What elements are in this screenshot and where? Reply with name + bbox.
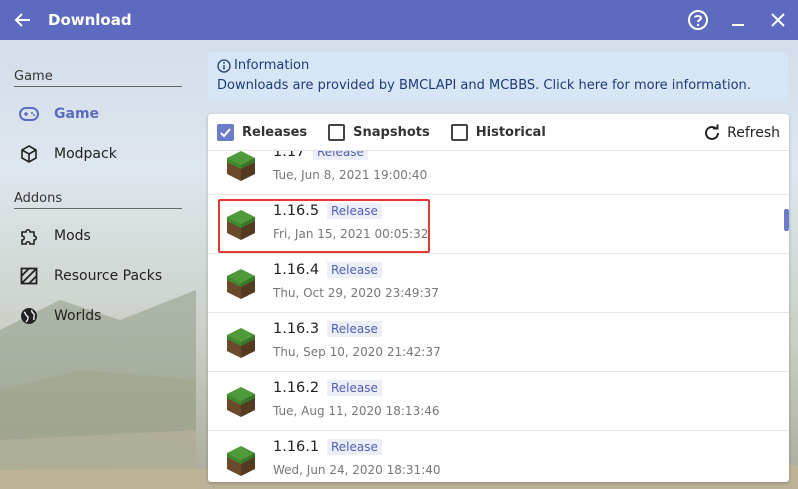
grass-block-icon xyxy=(226,151,256,182)
refresh-label: Refresh xyxy=(727,124,780,141)
checkbox-empty-icon xyxy=(450,123,468,141)
historical-checkbox[interactable]: Historical xyxy=(450,123,546,141)
package-icon xyxy=(19,144,39,164)
sidebar-section-game: Game xyxy=(14,69,182,87)
release-date: Tue, Aug 11, 2020 18:13:46 xyxy=(273,404,440,418)
release-date: Wed, Jun 24, 2020 18:31:40 xyxy=(273,463,441,477)
version-row[interactable]: 1.16.4 Release Thu, Oct 29, 2020 23:49:37 xyxy=(208,254,789,313)
refresh-button[interactable]: Refresh xyxy=(703,114,780,151)
filter-bar: Releases Snapshots Historical Refresh xyxy=(208,114,789,151)
close-button[interactable] xyxy=(758,0,798,40)
sidebar-section-addons: Addons xyxy=(14,191,182,209)
gamepad-icon xyxy=(19,104,39,124)
snapshots-label: Snapshots xyxy=(353,124,430,140)
version-row[interactable]: 1.16.2 Release Tue, Aug 11, 2020 18:13:46 xyxy=(208,372,789,431)
sidebar-item-label: Mods xyxy=(54,228,91,244)
release-date: Thu, Sep 10, 2020 21:42:37 xyxy=(273,345,441,359)
version-row[interactable]: 1.16.1 Release Wed, Jun 24, 2020 18:31:40 xyxy=(208,431,789,482)
help-icon xyxy=(688,10,708,30)
release-type-badge: Release xyxy=(327,439,382,455)
sidebar-item-mods[interactable]: Mods xyxy=(0,217,196,255)
releases-checkbox[interactable]: Releases xyxy=(217,123,308,141)
title-bar: Download xyxy=(0,0,798,40)
checkbox-empty-icon xyxy=(328,123,346,141)
checkbox-checked-icon xyxy=(217,123,234,141)
sidebar-item-game[interactable]: Game xyxy=(0,95,196,133)
grass-block-icon xyxy=(226,386,256,418)
version-number: 1.16.4 xyxy=(273,262,320,278)
sidebar-item-label: Resource Packs xyxy=(54,268,163,284)
back-arrow-icon xyxy=(14,13,30,27)
help-button[interactable] xyxy=(678,0,718,40)
release-type-badge: Release xyxy=(327,321,382,337)
version-number: 1.17 xyxy=(273,151,306,160)
sidebar-item-worlds[interactable]: Worlds xyxy=(0,297,196,335)
info-icon xyxy=(217,58,231,73)
grass-block-icon xyxy=(226,445,256,477)
window-title: Download xyxy=(48,11,132,29)
release-type-badge: Release xyxy=(327,262,382,278)
grass-block-icon xyxy=(226,327,256,359)
info-text: Downloads are provided by BMCLAPI and MC… xyxy=(217,78,751,93)
version-row[interactable]: 1.16.3 Release Thu, Sep 10, 2020 21:42:37 xyxy=(208,313,789,372)
info-title: Information xyxy=(234,58,310,73)
puzzle-icon xyxy=(19,226,39,246)
back-button[interactable] xyxy=(0,0,46,40)
version-number: 1.16.1 xyxy=(273,439,320,455)
sidebar: Game Game Modpack Addons Mods Resource P… xyxy=(0,40,196,489)
grass-block-icon xyxy=(226,268,256,300)
refresh-icon xyxy=(705,124,720,140)
globe-icon xyxy=(19,306,39,326)
release-type-badge: Release xyxy=(327,380,382,396)
release-date: Tue, Jun 8, 2021 19:00:40 xyxy=(273,168,428,182)
selection-highlight xyxy=(218,199,430,253)
information-banner[interactable]: Information Downloads are provided by BM… xyxy=(208,52,788,102)
releases-label: Releases xyxy=(242,124,308,140)
sidebar-item-label: Game xyxy=(54,106,100,122)
sidebar-item-resource-packs[interactable]: Resource Packs xyxy=(0,257,196,295)
historical-label: Historical xyxy=(475,124,546,140)
release-date: Thu, Oct 29, 2020 23:49:37 xyxy=(273,286,439,300)
version-list-panel: Releases Snapshots Historical Refresh 1.… xyxy=(208,114,789,482)
version-row[interactable]: 1.17 Release Tue, Jun 8, 2021 19:00:40 xyxy=(208,151,789,195)
snapshots-checkbox[interactable]: Snapshots xyxy=(328,123,430,141)
scrollbar-thumb[interactable] xyxy=(784,209,789,231)
sidebar-item-label: Worlds xyxy=(54,308,102,324)
version-number: 1.16.3 xyxy=(273,321,320,337)
texture-icon xyxy=(19,266,39,286)
sidebar-item-modpack[interactable]: Modpack xyxy=(0,135,196,173)
minimize-button[interactable] xyxy=(718,0,758,40)
version-number: 1.16.2 xyxy=(273,380,320,396)
sidebar-item-label: Modpack xyxy=(54,146,117,162)
release-type-badge: Release xyxy=(313,151,368,160)
close-icon xyxy=(771,13,785,27)
minimize-icon xyxy=(732,24,744,26)
